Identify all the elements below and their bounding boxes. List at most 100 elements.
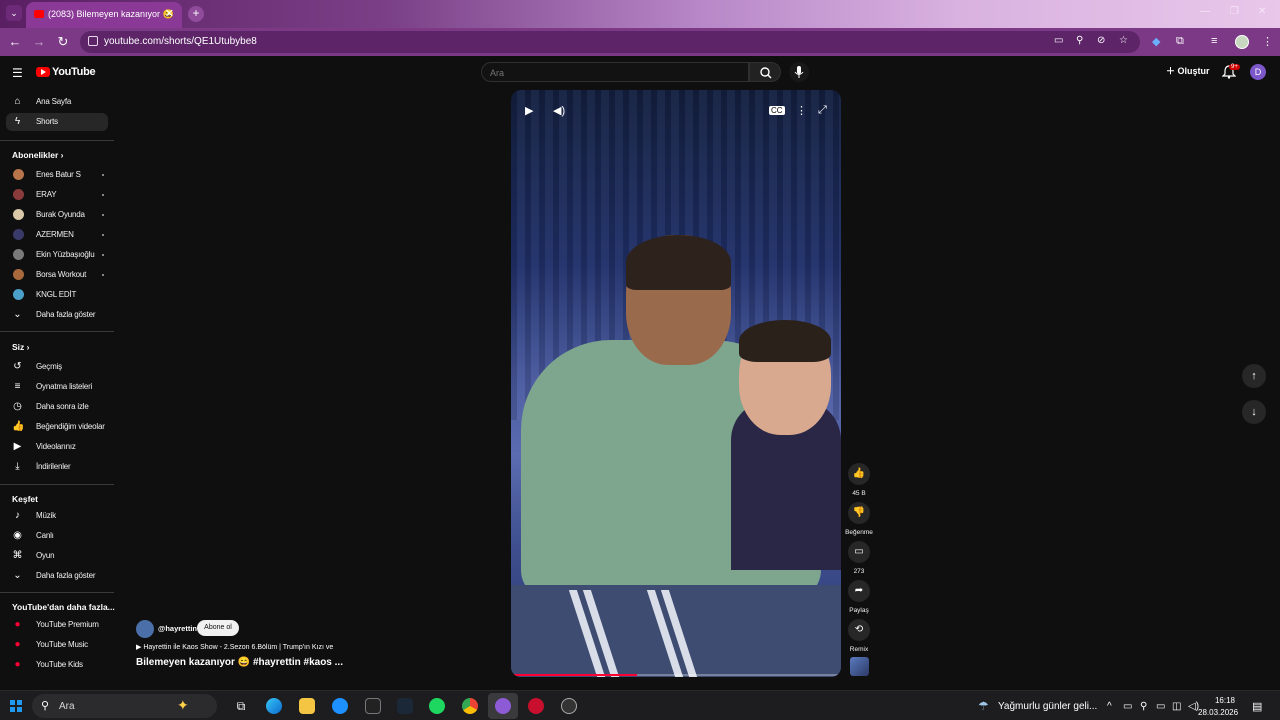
voice-search-button[interactable] — [789, 62, 809, 82]
channel-name[interactable]: @hayrettin — [158, 624, 197, 633]
extension-icon[interactable]: ◆ — [1152, 35, 1160, 48]
sidebar-item-gaming[interactable]: ⌘ Oyun — [6, 547, 108, 565]
window-close-button[interactable]: ✕ — [1258, 6, 1266, 17]
tray-mic-icon[interactable]: ⚲ — [1140, 701, 1147, 712]
next-short-button[interactable]: ↓ — [1242, 400, 1266, 424]
sidebar-show-more-subs[interactable]: ⌄ Daha fazla göster — [6, 306, 108, 324]
sidebar-item-history[interactable]: ↺ Geçmiş — [6, 358, 108, 376]
tab-close-icon[interactable]: ✕ — [165, 7, 174, 20]
chrome-profile-icon[interactable] — [495, 698, 511, 714]
restore-button[interactable]: ❐ — [1230, 6, 1239, 17]
subscriptions-heading[interactable]: Abonelikler › — [12, 150, 64, 160]
share-button[interactable]: ➦ — [848, 580, 870, 602]
dislike-button[interactable]: 👎 — [848, 502, 870, 524]
subscribe-button[interactable]: Abone ol — [197, 620, 239, 636]
fullscreen-icon[interactable]: ⤢ — [818, 104, 827, 117]
forward-icon[interactable]: → — [31, 34, 47, 49]
taskbar-search[interactable]: ⚲ Ara ✦ — [32, 694, 217, 718]
site-info-icon[interactable] — [88, 36, 98, 46]
opera-gx-icon[interactable] — [528, 698, 544, 714]
address-bar[interactable]: youtube.com/shorts/QE1Utubybe8 ▭ ⚲ ⊘ ☆ — [80, 31, 1140, 53]
sidebar-item-live[interactable]: ◉ Canlı — [6, 527, 108, 545]
notification-center-icon[interactable]: ▤ — [1252, 700, 1262, 713]
channel-avatar[interactable] — [136, 620, 154, 638]
url-text[interactable]: youtube.com/shorts/QE1Utubybe8 — [104, 36, 257, 47]
remix-button[interactable]: ⟲ — [848, 619, 870, 641]
sidebar-sub-item[interactable]: Ekin Yüzbaşıoğlu — [6, 246, 108, 264]
captions-icon[interactable]: CC — [769, 106, 785, 115]
sidebar-item-liked[interactable]: 👍 Beğendiğim videolar — [6, 418, 108, 436]
sidebar-item-youtube-premium[interactable]: ● YouTube Premium — [6, 616, 108, 634]
app-icon[interactable] — [561, 698, 577, 714]
hamburger-menu-icon[interactable]: ☰ — [12, 66, 23, 80]
bookmark-star-icon[interactable]: ☆ — [1119, 35, 1128, 46]
browser-profile-avatar[interactable] — [1235, 35, 1249, 49]
create-button[interactable]: ＋ Oluştur — [1166, 64, 1210, 77]
play-icon[interactable]: ▶ — [525, 104, 533, 117]
skype-icon[interactable] — [332, 698, 348, 714]
search-box[interactable] — [481, 62, 749, 82]
sidebar-sub-item[interactable]: Borsa Workout — [6, 266, 108, 284]
clock-date[interactable]: 28.03.2026 — [1198, 708, 1238, 717]
task-view-icon[interactable]: ⧉ — [233, 698, 249, 714]
sidebar-sub-item[interactable]: Enes Batur S — [6, 166, 108, 184]
search-button[interactable] — [749, 62, 781, 82]
file-explorer-icon[interactable] — [299, 698, 315, 714]
tray-monitor-icon[interactable]: ▭ — [1156, 701, 1165, 712]
browser-tab[interactable]: (2083) Bilemeyen kazanıyor 😄 ✕ — [26, 2, 182, 28]
account-avatar[interactable]: D — [1250, 64, 1266, 80]
sidebar-item-downloads[interactable]: ⤓ İndirilenler — [6, 458, 108, 476]
steam-icon[interactable] — [397, 698, 413, 714]
tray-display-icon[interactable]: ▭ — [1123, 701, 1132, 712]
weather-text[interactable]: Yağmurlu günler geli... — [998, 701, 1097, 712]
previous-short-button[interactable]: ↑ — [1242, 364, 1266, 388]
eye-off-icon[interactable]: ⊘ — [1097, 35, 1105, 46]
sidebar-sub-item[interactable]: KNGL EDİT — [6, 286, 108, 304]
epic-games-icon[interactable] — [365, 698, 381, 714]
sound-thumbnail[interactable] — [850, 657, 869, 676]
tab-search-button[interactable]: ⌄ — [6, 5, 22, 21]
youtube-logo-text[interactable]: YouTube — [52, 66, 96, 78]
back-icon[interactable]: ← — [7, 34, 23, 49]
more-options-icon[interactable]: ⋮ — [796, 104, 807, 117]
comments-button[interactable]: ▭ — [848, 541, 870, 563]
search-input[interactable] — [490, 66, 740, 80]
clock-time[interactable]: 16:18 — [1205, 696, 1235, 705]
you-heading[interactable]: Siz › — [12, 342, 30, 352]
sidebar-item-home[interactable]: ⌂ Ana Sayfa — [6, 93, 108, 111]
sidebar-item-playlists[interactable]: ≡ Oynatma listeleri — [6, 378, 108, 396]
browser-toolbar: ← → ↻ youtube.com/shorts/QE1Utubybe8 ▭ ⚲… — [0, 28, 1280, 56]
reload-icon[interactable]: ↻ — [55, 34, 71, 50]
short-video-player[interactable]: ▶ ◀) CC ⋮ ⤢ — [511, 90, 841, 677]
edge-icon[interactable] — [266, 698, 282, 714]
extensions-puzzle-icon[interactable]: ⧉ — [1176, 35, 1184, 48]
windows-start-icon[interactable] — [10, 700, 22, 712]
volume-icon[interactable]: ◀) — [553, 104, 565, 117]
cast-icon[interactable]: ▭ — [1054, 35, 1063, 46]
sidebar-sub-item[interactable]: Burak Oyunda — [6, 206, 108, 224]
tray-network-icon[interactable]: ◫ — [1172, 701, 1181, 712]
sidebar-item-shorts[interactable]: ϟ Shorts — [6, 113, 108, 131]
browser-menu-icon[interactable]: ⋮ — [1262, 35, 1273, 48]
sidebar-item-youtube-kids[interactable]: ● YouTube Kids — [6, 656, 108, 674]
sidebar-item-music[interactable]: ♪ Müzik — [6, 507, 108, 525]
new-tab-button[interactable]: + — [188, 6, 204, 22]
chrome-icon[interactable] — [462, 698, 478, 714]
sidebar-sub-item[interactable]: AZERMEN — [6, 226, 108, 244]
reading-list-icon[interactable]: ≡ — [1211, 35, 1217, 47]
zoom-icon[interactable]: ⚲ — [1076, 35, 1083, 46]
playlist-link[interactable]: ▶ Hayrettin ile Kaos Show - 2.Sezon 6.Bö… — [136, 643, 333, 651]
sidebar-item-your-videos[interactable]: ▶ Videolarınız — [6, 438, 108, 456]
tray-chevron-up-icon[interactable]: ^ — [1107, 701, 1112, 712]
youtube-logo-icon[interactable] — [36, 67, 50, 77]
weather-rain-icon[interactable]: ☂ — [978, 699, 989, 713]
sidebar-item-youtube-music[interactable]: ● YouTube Music — [6, 636, 108, 654]
like-button[interactable]: 👍 — [848, 463, 870, 485]
sidebar-item-watch-later[interactable]: ◷ Daha sonra izle — [6, 398, 108, 416]
sidebar-item-label: Beğendiğim videolar — [36, 422, 105, 431]
short-caption[interactable]: Bilemeyen kazanıyor 😄 #hayrettin #kaos .… — [136, 657, 343, 668]
minimize-button[interactable]: — — [1200, 6, 1210, 17]
sidebar-show-more-explore[interactable]: ⌄ Daha fazla göster — [6, 567, 108, 585]
spotify-icon[interactable] — [429, 698, 445, 714]
sidebar-sub-item[interactable]: ERAY — [6, 186, 108, 204]
